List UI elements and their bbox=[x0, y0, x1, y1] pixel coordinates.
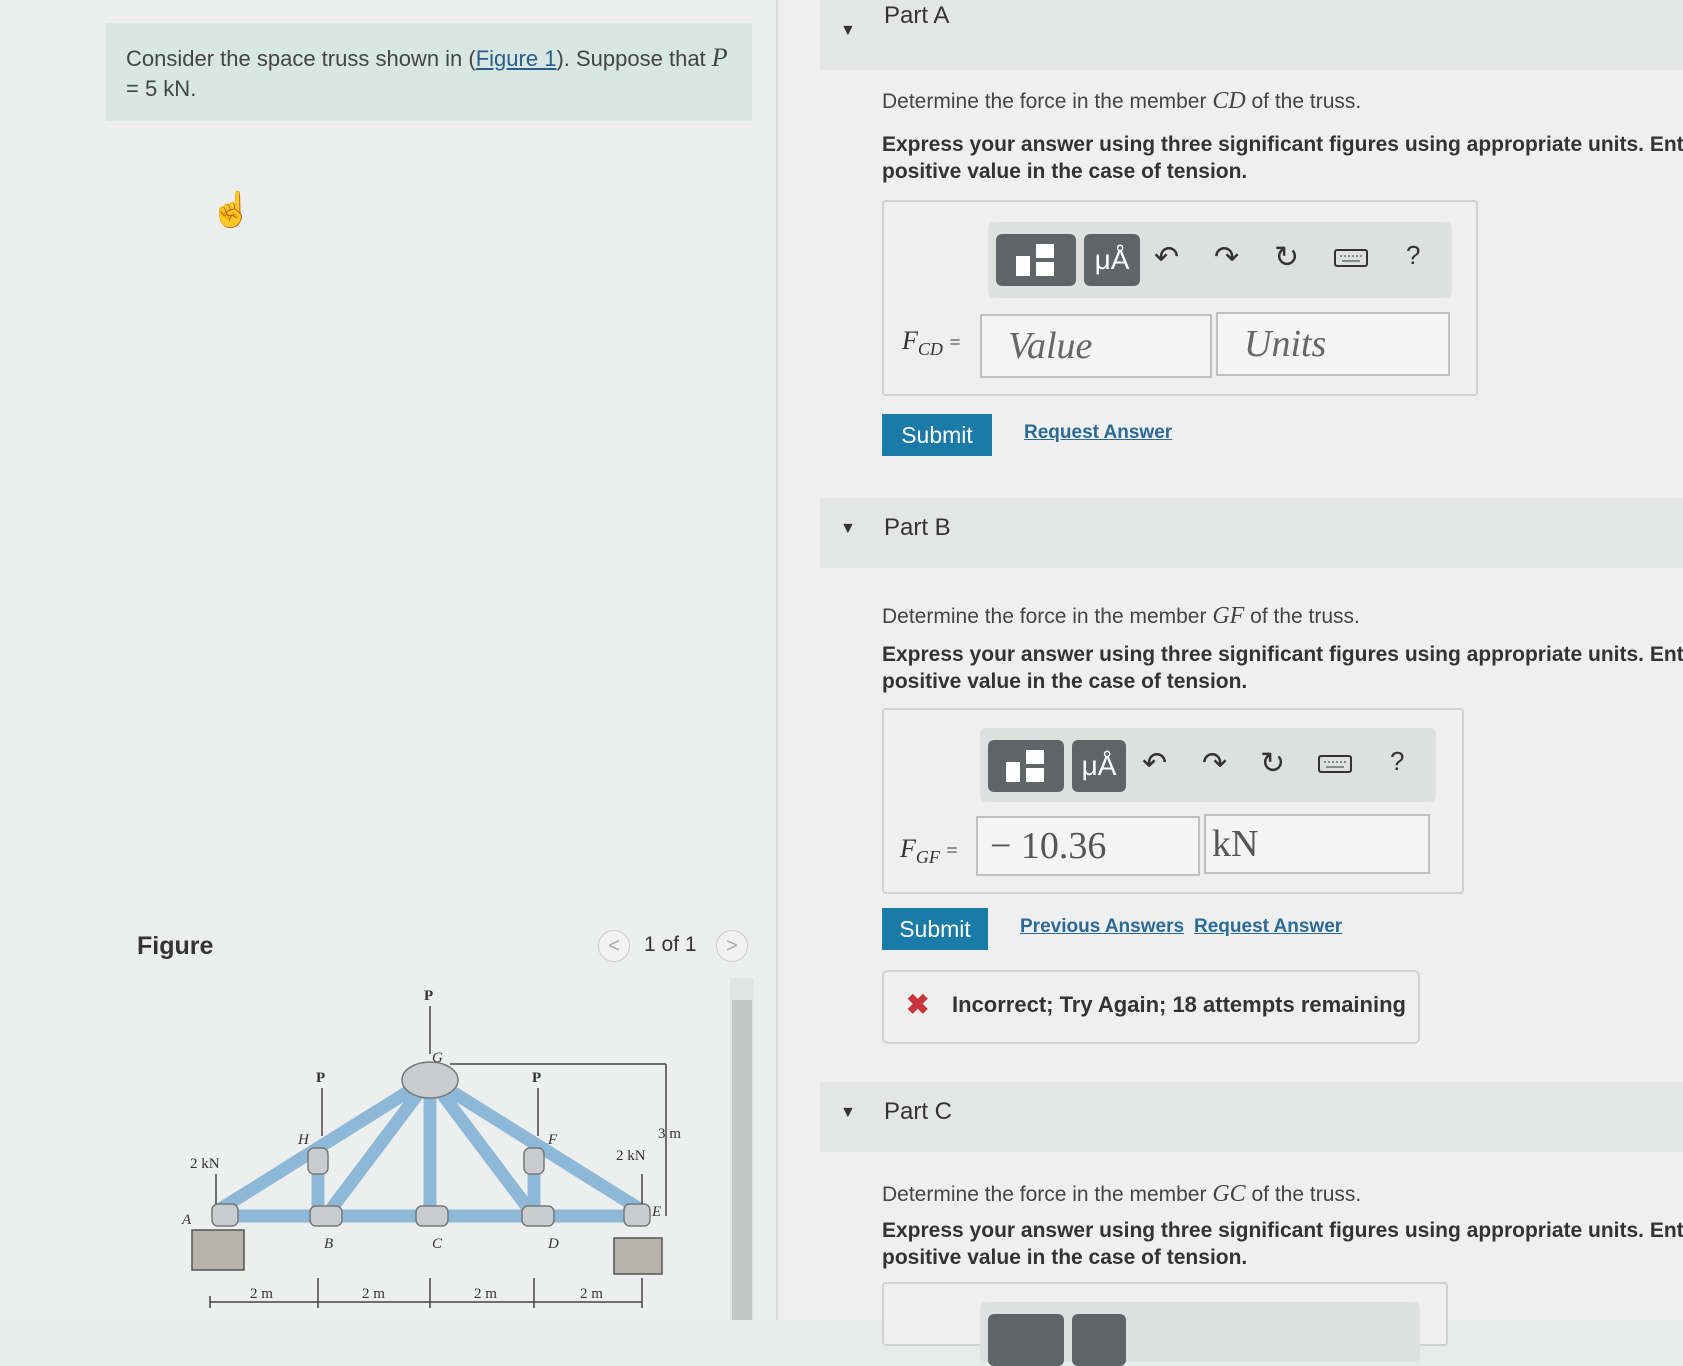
label-load-left: 2 kN bbox=[190, 1156, 220, 1172]
part-a-question: Determine the force in the member CD of … bbox=[882, 88, 1362, 114]
figure-pagination: < 1 of 1 > bbox=[598, 930, 750, 964]
part-a-toolbar: μÅ ↶ ↷ ↻ ? bbox=[988, 222, 1452, 298]
next-figure-button[interactable]: > bbox=[716, 930, 748, 962]
undo-icon[interactable]: ↶ bbox=[1154, 240, 1179, 275]
label-G: G bbox=[432, 1050, 443, 1066]
part-b-submit-button[interactable]: Submit bbox=[882, 908, 988, 950]
part-c-header[interactable]: ▼ Part C bbox=[820, 1082, 1683, 1152]
keyboard-icon[interactable] bbox=[1334, 244, 1368, 278]
part-b-previous-answers-link[interactable]: Previous Answers bbox=[1020, 916, 1184, 938]
units-button[interactable]: μÅ bbox=[1072, 740, 1126, 792]
label-height: 3 m bbox=[658, 1126, 681, 1142]
redo-icon[interactable]: ↷ bbox=[1214, 240, 1239, 275]
templates-icon[interactable] bbox=[988, 1314, 1064, 1366]
figure-viewer: P P P 2 kN 2 kN G H F A B C D E 3 m 2 m … bbox=[130, 978, 730, 1320]
part-b-answer-box: μÅ ↶ ↷ ↻ ? FGF = − 10.36 kN bbox=[882, 708, 1464, 894]
part-b-lhs: FGF = bbox=[900, 834, 958, 868]
templates-icon[interactable] bbox=[988, 740, 1064, 792]
problem-statement: Consider the space truss shown in (Figur… bbox=[106, 23, 752, 121]
problem-text: Consider the space truss shown in (Figur… bbox=[126, 43, 728, 101]
label-load-right: 2 kN bbox=[616, 1148, 646, 1164]
reset-icon[interactable]: ↻ bbox=[1260, 746, 1285, 781]
part-a-answer-box: μÅ ↶ ↷ ↻ ? FCD = Value Units bbox=[882, 200, 1478, 396]
label-span-4: 2 m bbox=[580, 1286, 603, 1302]
label-H: H bbox=[297, 1132, 310, 1148]
part-c-question: Determine the force in the member GC of … bbox=[882, 1181, 1362, 1207]
part-b-units-input[interactable]: kN bbox=[1204, 814, 1430, 874]
part-b-question: Determine the force in the member GF of … bbox=[882, 603, 1360, 629]
part-b-toolbar: μÅ ↶ ↷ ↻ ? bbox=[980, 728, 1436, 802]
label-C: C bbox=[432, 1236, 443, 1252]
part-c-title: Part C bbox=[884, 1098, 953, 1125]
incorrect-icon: ✖ bbox=[906, 989, 930, 1020]
label-B: B bbox=[324, 1236, 333, 1252]
label-P-top: P bbox=[424, 988, 433, 1004]
part-b-title: Part B bbox=[884, 514, 951, 541]
label-F: F bbox=[547, 1132, 558, 1148]
part-b-feedback: ✖ Incorrect; Try Again; 18 attempts rema… bbox=[882, 970, 1420, 1044]
part-c-toolbar bbox=[980, 1302, 1420, 1366]
redo-icon[interactable]: ↷ bbox=[1202, 746, 1227, 781]
part-a-instructions: Express your answer using three signific… bbox=[882, 133, 1683, 183]
help-icon[interactable]: ? bbox=[1390, 746, 1404, 777]
figure-label: Figure bbox=[137, 932, 214, 960]
part-a-header[interactable]: ▼ Part A bbox=[820, 0, 1683, 70]
collapse-caret-icon: ▼ bbox=[840, 520, 856, 537]
label-A: A bbox=[181, 1212, 192, 1228]
units-button[interactable]: μÅ bbox=[1084, 234, 1140, 286]
label-span-2: 2 m bbox=[362, 1286, 385, 1302]
help-icon[interactable]: ? bbox=[1406, 240, 1420, 271]
reset-icon[interactable]: ↻ bbox=[1274, 240, 1299, 275]
part-a-submit-button[interactable]: Submit bbox=[882, 414, 992, 456]
keyboard-icon[interactable] bbox=[1318, 750, 1352, 784]
label-span-3: 2 m bbox=[474, 1286, 497, 1302]
label-D: D bbox=[547, 1236, 559, 1252]
part-b-header[interactable]: ▼ Part B bbox=[820, 498, 1683, 568]
label-E: E bbox=[651, 1204, 661, 1220]
prev-figure-button[interactable]: < bbox=[598, 930, 630, 962]
label-P-left: P bbox=[316, 1070, 325, 1086]
part-b-value-input[interactable]: − 10.36 bbox=[976, 816, 1200, 876]
truss-figure: P P P 2 kN 2 kN G H F A B C D E 3 m 2 m … bbox=[181, 988, 681, 1308]
part-a-value-input[interactable]: Value bbox=[980, 314, 1212, 378]
label-P-right: P bbox=[532, 1070, 541, 1086]
part-a-units-input[interactable]: Units bbox=[1216, 312, 1450, 376]
figure-link[interactable]: Figure 1 bbox=[476, 46, 557, 71]
part-b-request-answer-link[interactable]: Request Answer bbox=[1194, 916, 1342, 938]
part-a-lhs: FCD = bbox=[902, 326, 961, 360]
label-span-1: 2 m bbox=[250, 1286, 273, 1302]
collapse-caret-icon: ▼ bbox=[840, 1104, 856, 1121]
hand-cursor-icon: ☝ bbox=[210, 191, 253, 229]
figure-page-indicator: 1 of 1 bbox=[644, 933, 697, 956]
part-a-request-answer-link[interactable]: Request Answer bbox=[1024, 422, 1172, 444]
part-b-instructions: Express your answer using three signific… bbox=[882, 643, 1683, 693]
figure-scrollbar-thumb[interactable] bbox=[732, 1000, 752, 1320]
part-c-instructions: Express your answer using three signific… bbox=[882, 1219, 1683, 1269]
part-a-title: Part A bbox=[884, 2, 950, 29]
part-c-answer-box bbox=[882, 1282, 1448, 1366]
undo-icon[interactable]: ↶ bbox=[1142, 746, 1167, 781]
part-b-feedback-text: Incorrect; Try Again; 18 attempts remain… bbox=[952, 992, 1406, 1017]
collapse-caret-icon: ▼ bbox=[840, 22, 856, 39]
units-button[interactable] bbox=[1072, 1314, 1126, 1366]
templates-icon[interactable] bbox=[996, 234, 1076, 286]
